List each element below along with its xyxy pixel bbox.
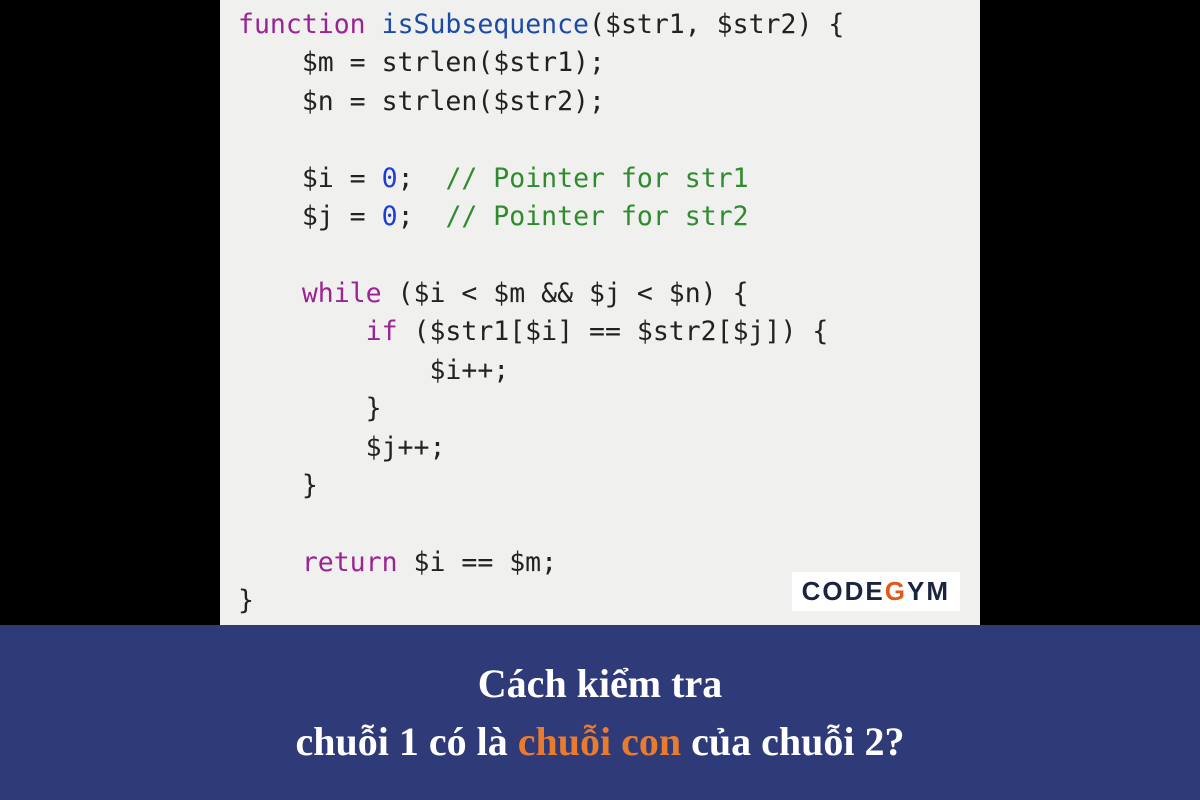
caption-line-2: chuỗi 1 có là chuỗi con của chuỗi 2? [296, 713, 905, 771]
code-line: ($i < $m && $j < $n) { [382, 278, 749, 309]
code-snippet: function isSubsequence($str1, $str2) { $… [238, 6, 962, 621]
caption-highlight: chuỗi con [518, 719, 681, 764]
kw-function: function [238, 9, 366, 40]
kw-if: if [238, 316, 398, 347]
code-line: $i == $m; [398, 547, 558, 578]
code-line: } [238, 393, 382, 424]
caption-line-1: Cách kiểm tra [478, 655, 722, 713]
code-line: $n = strlen($str2); [238, 86, 605, 117]
code-line: } [238, 585, 254, 616]
code-line: $j = [238, 201, 382, 232]
code-line: $i = [238, 163, 382, 194]
logo-text-post: YM [907, 576, 950, 606]
code-line: ; [398, 163, 446, 194]
fn-name: isSubsequence [382, 9, 589, 40]
logo-accent-g: G [885, 576, 907, 607]
kw-return: return [238, 547, 398, 578]
tutorial-card: function isSubsequence($str1, $str2) { $… [0, 0, 1200, 800]
caption-bar: Cách kiểm tra chuỗi 1 có là chuỗi con củ… [0, 625, 1200, 800]
comment: // Pointer for str1 [445, 163, 748, 194]
code-line: $j++; [238, 432, 445, 463]
caption-part: chuỗi 1 có là [296, 719, 518, 764]
code-line: ($str1[$i] == $str2[$j]) { [398, 316, 829, 347]
code-line: $i++; [238, 355, 509, 386]
brand-logo: CODEGYM [792, 572, 960, 611]
caption-part: của chuỗi 2? [681, 719, 904, 764]
code-line: ; [398, 201, 446, 232]
fn-args: ($str1, $str2) { [589, 9, 844, 40]
code-line: $m = strlen($str1); [238, 47, 605, 78]
num-literal: 0 [382, 201, 398, 232]
code-line: } [238, 470, 318, 501]
kw-while: while [238, 278, 382, 309]
comment: // Pointer for str2 [445, 201, 748, 232]
code-box: function isSubsequence($str1, $str2) { $… [220, 0, 980, 625]
num-literal: 0 [382, 163, 398, 194]
code-area: function isSubsequence($str1, $str2) { $… [0, 0, 1200, 625]
logo-text-pre: CODE [802, 576, 885, 606]
